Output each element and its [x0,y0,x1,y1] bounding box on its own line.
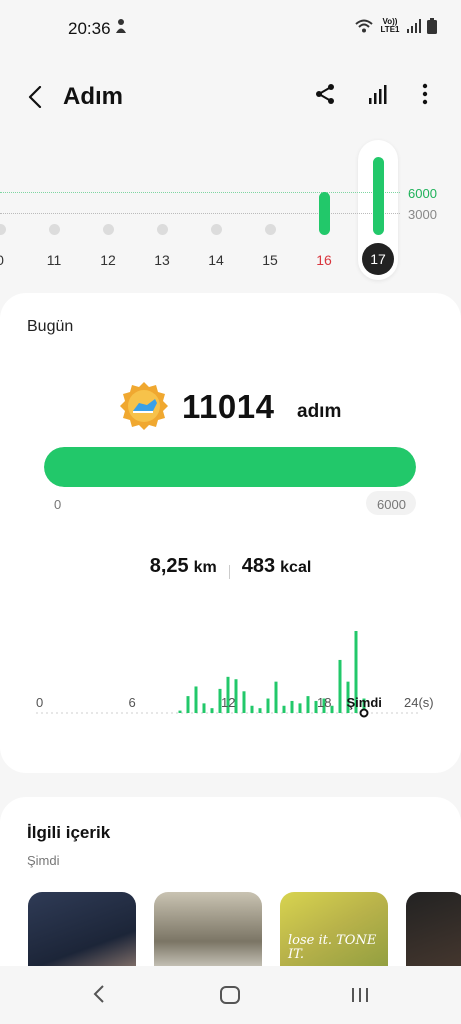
hourly-tick-label: 6 [128,695,136,710]
nav-back-icon [93,985,104,1003]
hourly-bar [290,700,294,713]
hourly-bar [178,710,182,713]
status-time: 20:36 [68,19,111,38]
stats-divider [228,565,230,579]
hourly-bar [186,696,190,713]
day-bar [48,224,60,235]
day-label[interactable]: 12 [93,252,123,268]
steps-count: 11014 [182,388,275,425]
system-nav-bar [0,966,461,1024]
hourly-tick-label: 24(s) [404,695,434,710]
day-bar [318,192,330,235]
hourly-tick-label: 12 [221,695,236,710]
step-progress-fill [44,447,416,487]
day-bar [102,224,114,235]
hourly-bar [266,698,270,713]
thumbnail-caption: lose it. TONE IT. [288,933,377,962]
hourly-bar [258,708,262,713]
day-label[interactable]: 15 [255,252,285,268]
calories-value: 483 [241,555,276,577]
hourly-bar [242,691,246,713]
day-bar [372,157,384,235]
status-bar: 20:36 Vo)) LTE1 [0,0,461,58]
steps-unit: adım [297,401,342,422]
goal-label-3000: 3000 [408,207,437,222]
hourly-bar [250,705,254,713]
today-title: Bugün [27,318,74,335]
day-label[interactable]: 11 [39,252,69,268]
hourly-bar [210,708,214,713]
daily-history-strip[interactable]: 6000 3000 0 11 12 13 14 15 16 17 [0,140,461,285]
hourly-bar [306,696,310,713]
hourly-bar [298,703,302,713]
related-subtitle: Şimdi [27,853,60,868]
notification-icon [114,18,128,39]
wifi-icon [355,19,373,33]
step-progress-bar [44,447,416,487]
distance-value: 8,25 [149,555,189,577]
hourly-bar [274,681,278,713]
day-bar [264,224,276,235]
nav-recents-button[interactable] [350,986,370,1009]
signal-icon [407,19,421,33]
back-arrow-icon [28,86,42,108]
hourly-bar [282,705,286,713]
now-marker [359,708,369,718]
chart-view-button[interactable] [366,82,394,110]
distance-unit: km [193,559,217,576]
day-label[interactable]: 13 [147,252,177,268]
more-options-button[interactable] [413,82,437,110]
goal-line-6000 [0,192,400,193]
stats-row: 8,25 km 483 kcal [0,555,461,579]
day-label[interactable]: 16 [309,252,339,268]
lte-indicator: Vo)) LTE1 [380,17,400,34]
share-icon [316,84,334,104]
calories-unit: kcal [280,559,312,576]
hourly-steps-chart [36,631,420,718]
hourly-bar [338,659,342,713]
more-vertical-icon [422,83,428,105]
today-card: Bugün 11014 adım 0 6000 8,25 km 483 kcal 0 6… [0,293,461,773]
progress-min-label: 0 [54,497,62,512]
bar-chart-icon [369,85,387,104]
hourly-tick-label: Şimdi [346,695,382,710]
share-button[interactable] [313,82,341,110]
hourly-bar [202,703,206,713]
sneaker-badge-icon [119,381,169,436]
page-title: Adım [63,83,123,110]
hourly-tick-label: 0 [36,695,44,710]
back-button[interactable] [20,82,50,112]
hourly-tick-label: 18 [317,695,332,710]
nav-recents-icon [352,988,368,1002]
battery-icon [427,18,437,34]
app-bar: Adım [0,70,461,126]
day-label[interactable]: 0 [0,252,15,268]
hourly-bar [194,686,198,713]
goal-line-3000 [0,213,400,214]
related-title: İlgili içerik [27,823,111,842]
day-label-selected[interactable]: 17 [362,243,394,275]
goal-label-6000: 6000 [408,186,437,201]
day-bar [0,224,6,235]
day-bar [210,224,222,235]
day-bar [156,224,168,235]
nav-home-button[interactable] [220,986,240,1004]
progress-max-label: 6000 [377,497,406,512]
day-label[interactable]: 14 [201,252,231,268]
nav-back-button[interactable] [92,984,106,1009]
